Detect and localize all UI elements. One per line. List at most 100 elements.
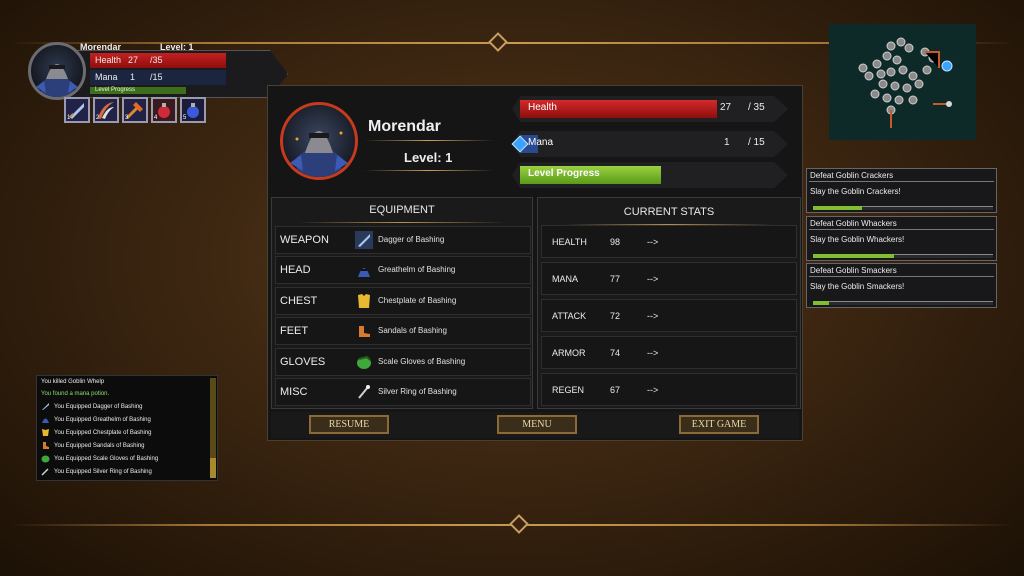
stat-name: HEALTH xyxy=(552,237,587,247)
quest-progress-fill xyxy=(813,301,829,305)
health-bar: Health 27 / 35 xyxy=(512,96,788,122)
character-level: Level: 1 xyxy=(404,150,453,165)
dagger-icon xyxy=(42,403,49,410)
stat-arrow: --> xyxy=(647,237,659,247)
stat-name: ATTACK xyxy=(552,311,587,321)
hud-level-value: 1 xyxy=(188,42,194,52)
quest-goblin-crackers[interactable]: Defeat Goblin Crackers Slay the Goblin C… xyxy=(806,168,997,213)
quest-divider xyxy=(809,181,994,182)
stat-value: 77 xyxy=(610,274,621,284)
quest-divider xyxy=(809,276,994,277)
equipment-title: EQUIPMENT xyxy=(369,204,435,216)
quest-progress-fill xyxy=(813,206,862,210)
equipment-row-chest[interactable]: CHEST Chestplate of Bashing xyxy=(275,287,531,315)
exit-game-button[interactable]: EXIT GAME xyxy=(679,415,759,434)
hotbar-slot-4[interactable]: 4 xyxy=(151,97,177,123)
log-text: You Equipped Scale Gloves of Bashing xyxy=(54,456,159,463)
hud-health-current: 27 xyxy=(128,55,139,65)
hud-avatar xyxy=(28,42,86,100)
hotbar-slot-2[interactable]: 2 xyxy=(93,97,119,123)
quest-goblin-smackers[interactable]: Defeat Goblin Smackers Slay the Goblin S… xyxy=(806,263,997,308)
knight-icon xyxy=(36,64,78,97)
level-progress-label: Level Progress xyxy=(528,168,600,179)
quest-description: Slay the Goblin Smackers! xyxy=(810,282,905,291)
quest-divider xyxy=(809,229,994,230)
gloves-icon xyxy=(41,455,50,463)
log-scrollbar-thumb[interactable] xyxy=(210,458,216,478)
hud-mana-max: /15 xyxy=(150,72,163,82)
hotbar: 1 2 3 4 5 xyxy=(64,97,206,123)
resume-button[interactable]: RESUME xyxy=(309,415,389,434)
slot-label: CHEST xyxy=(280,295,318,307)
hud-player-name: Morendar xyxy=(80,42,122,52)
equipment-row-gloves[interactable]: GLOVES Scale Gloves of Bashing xyxy=(275,348,531,376)
log-text: You Equipped Silver Ring of Bashing xyxy=(54,469,152,476)
quest-goblin-whackers[interactable]: Defeat Goblin Whackers Slay the Goblin W… xyxy=(806,216,997,261)
name-divider xyxy=(364,140,494,141)
stat-row-attack: ATTACK 72 --> xyxy=(541,299,797,332)
quest-description: Slay the Goblin Whackers! xyxy=(810,235,905,244)
equipment-row-feet[interactable]: FEET Sandals of Bashing xyxy=(275,317,531,345)
minimap-rooms xyxy=(858,37,953,128)
slot-label: HEAD xyxy=(280,264,311,276)
log-line: You killed Goblin Whelp xyxy=(41,379,104,385)
hotbar-slot-1[interactable]: 1 xyxy=(64,97,90,123)
quest-title: Defeat Goblin Whackers xyxy=(810,219,897,228)
quest-title: Defeat Goblin Crackers xyxy=(810,171,894,180)
stat-row-health: HEALTH 98 --> xyxy=(541,225,797,258)
mana-bar: Mana 1 / 15 xyxy=(512,131,788,157)
hud-mana-label: Mana xyxy=(95,72,118,82)
hud-level-progress: Level Progress xyxy=(90,87,186,94)
log-text: You Equipped Sandals of Bashing xyxy=(54,443,145,450)
log-line: You found a mana potion. xyxy=(41,391,109,397)
log-line: You Equipped Silver Ring of Bashing xyxy=(41,467,152,476)
log-text: You Equipped Dagger of Bashing xyxy=(54,404,143,411)
equipment-row-head[interactable]: HEAD Greathelm of Bashing xyxy=(275,256,531,284)
combat-log[interactable]: You killed Goblin Whelp You found a mana… xyxy=(36,375,218,481)
chestplate-icon xyxy=(42,429,49,436)
quest-progress-fill xyxy=(813,254,894,258)
log-line: You Equipped Scale Gloves of Bashing xyxy=(41,454,158,463)
item-name: Dagger of Bashing xyxy=(378,235,445,244)
log-text: You Equipped Greathelm of Bashing xyxy=(54,417,151,424)
stat-arrow: --> xyxy=(647,385,659,395)
log-line: You Equipped Greathelm of Bashing xyxy=(41,415,151,424)
item-name: Silver Ring of Bashing xyxy=(378,387,457,396)
minimap[interactable] xyxy=(829,24,976,140)
sandals-icon xyxy=(359,326,370,337)
stat-arrow: --> xyxy=(647,311,659,321)
stat-value: 74 xyxy=(610,348,621,358)
mana-current: 1 xyxy=(724,137,730,148)
stat-value: 72 xyxy=(610,311,621,321)
character-panel: Morendar Level: 1 Health 27 / 35 Mana 1 … xyxy=(267,85,803,441)
stat-name: MANA xyxy=(552,274,579,284)
level-progress-bar: Level Progress xyxy=(512,162,788,188)
mana-label: Mana xyxy=(528,137,554,148)
player-hud: Morendar Level: 1 Health 27 /35 Mana 1 /… xyxy=(22,40,288,130)
quest-title: Defeat Goblin Smackers xyxy=(810,266,897,275)
stat-row-mana: MANA 77 --> xyxy=(541,262,797,295)
log-text: You found a mana potion. xyxy=(41,391,110,397)
equipment-row-misc[interactable]: MISC Silver Ring of Bashing xyxy=(275,378,531,406)
top-diamond-ornament xyxy=(488,32,508,52)
stat-name: ARMOR xyxy=(552,348,586,358)
health-current: 27 xyxy=(720,102,732,113)
equipment-title-divider xyxy=(298,222,506,223)
hotbar-slot-5[interactable]: 5 xyxy=(180,97,206,123)
helm-icon xyxy=(42,418,49,423)
menu-button-bar: RESUME MENU EXIT GAME xyxy=(271,412,799,438)
item-name: Chestplate of Bashing xyxy=(378,296,457,305)
knight-portrait-icon xyxy=(290,131,348,177)
stats-title: CURRENT STATS xyxy=(623,206,715,218)
hud-health-label: Health xyxy=(95,55,122,65)
item-name: Greathelm of Bashing xyxy=(378,265,456,274)
hotbar-slot-3[interactable]: 3 xyxy=(122,97,148,123)
log-line: You Equipped Sandals of Bashing xyxy=(41,441,145,450)
health-max: / 35 xyxy=(748,102,765,113)
chestplate-icon xyxy=(358,294,370,308)
menu-button[interactable]: MENU xyxy=(497,415,577,434)
equipment-row-weapon[interactable]: WEAPON Dagger of Bashing xyxy=(275,226,531,254)
level-divider xyxy=(364,170,494,171)
quest-progress-track xyxy=(813,301,993,305)
hud-mana-current: 1 xyxy=(130,72,136,82)
